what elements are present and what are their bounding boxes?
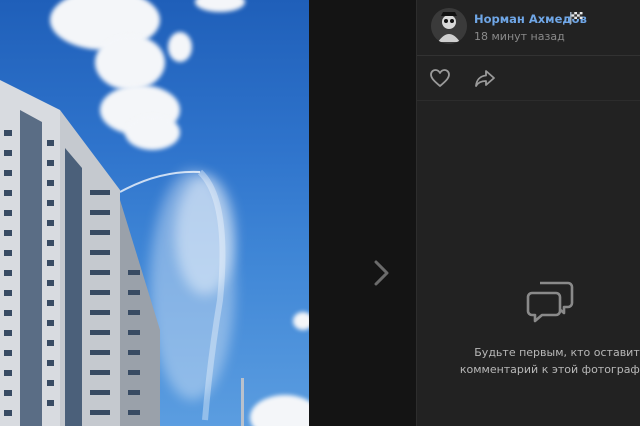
chevron-right-icon[interactable] <box>370 258 394 288</box>
photo-viewer: Норман Ахмедов 18 минут назад Будьте пер… <box>0 0 640 426</box>
divider <box>417 55 640 56</box>
viewer-stage <box>309 0 416 426</box>
post-time[interactable]: 18 минут назад <box>474 30 565 43</box>
empty-comments-line2: комментарий к этой фотографии <box>459 363 640 376</box>
share-arrow-icon[interactable] <box>473 68 497 88</box>
heart-icon[interactable] <box>429 68 451 88</box>
photo[interactable] <box>0 0 309 426</box>
divider <box>417 100 640 101</box>
checkered-flag-icon <box>570 12 583 24</box>
comment-bubbles-icon <box>526 281 574 323</box>
crane <box>241 378 244 426</box>
side-panel: Норман Ахмедов 18 минут назад Будьте пер… <box>416 0 640 426</box>
empty-comments-text: Будьте первым, кто оставит комментарий к… <box>457 344 640 378</box>
empty-comments-line1: Будьте первым, кто оставит <box>474 346 640 359</box>
building <box>0 80 160 426</box>
avatar[interactable] <box>431 8 467 44</box>
